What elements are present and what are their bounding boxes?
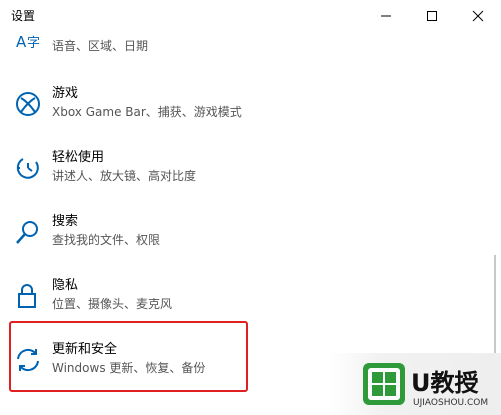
settings-item-label: 游戏 bbox=[52, 86, 79, 101]
window-title: 设置 bbox=[11, 9, 36, 23]
language-icon: A 字 bbox=[16, 33, 40, 51]
settings-item-ease-of-access[interactable]: 轻松使用 讲述人、放大镜、高对比度 bbox=[10, 146, 430, 204]
minimize-icon bbox=[381, 15, 391, 17]
ease-of-access-icon bbox=[16, 158, 39, 179]
settings-item-desc: 讲述人、放大镜、高对比度 bbox=[52, 169, 197, 183]
svg-text:UJIAOSHOU.COM: UJIAOSHOU.COM bbox=[413, 398, 488, 408]
settings-item-label: 搜索 bbox=[52, 214, 79, 229]
settings-item-desc: Xbox Game Bar、捕获、游戏模式 bbox=[52, 105, 242, 119]
settings-item-label: 轻松使用 bbox=[52, 150, 105, 165]
settings-item-time-language[interactable]: A 字 语音、区域、日期 bbox=[10, 31, 430, 89]
xbox-icon bbox=[16, 92, 40, 116]
svg-text:U教授: U教授 bbox=[411, 369, 479, 397]
lock-icon bbox=[18, 284, 36, 308]
settings-item-label: 隐私 bbox=[52, 278, 79, 293]
settings-item-desc: 位置、摄像头、麦克风 bbox=[52, 297, 173, 311]
settings-item-desc: 查找我的文件、权限 bbox=[52, 233, 161, 247]
settings-item-search[interactable]: 搜索 查找我的文件、权限 bbox=[10, 210, 430, 268]
title-bar: 设置 bbox=[0, 0, 501, 32]
watermark: U教授 UJIAOSHOU.COM bbox=[329, 353, 501, 415]
close-button[interactable] bbox=[455, 0, 501, 32]
close-icon bbox=[472, 10, 484, 22]
svg-text:A: A bbox=[16, 33, 27, 51]
minimize-button[interactable] bbox=[363, 0, 409, 32]
maximize-icon bbox=[427, 11, 437, 21]
highlight-frame bbox=[9, 321, 248, 392]
maximize-button[interactable] bbox=[409, 0, 455, 32]
svg-text:字: 字 bbox=[27, 36, 40, 51]
settings-item-gaming[interactable]: 游戏 Xbox Game Bar、捕获、游戏模式 bbox=[10, 82, 430, 140]
search-icon bbox=[16, 221, 38, 244]
watermark-logo: U教授 UJIAOSHOU.COM bbox=[363, 363, 488, 408]
settings-item-desc: 语音、区域、日期 bbox=[52, 39, 149, 53]
